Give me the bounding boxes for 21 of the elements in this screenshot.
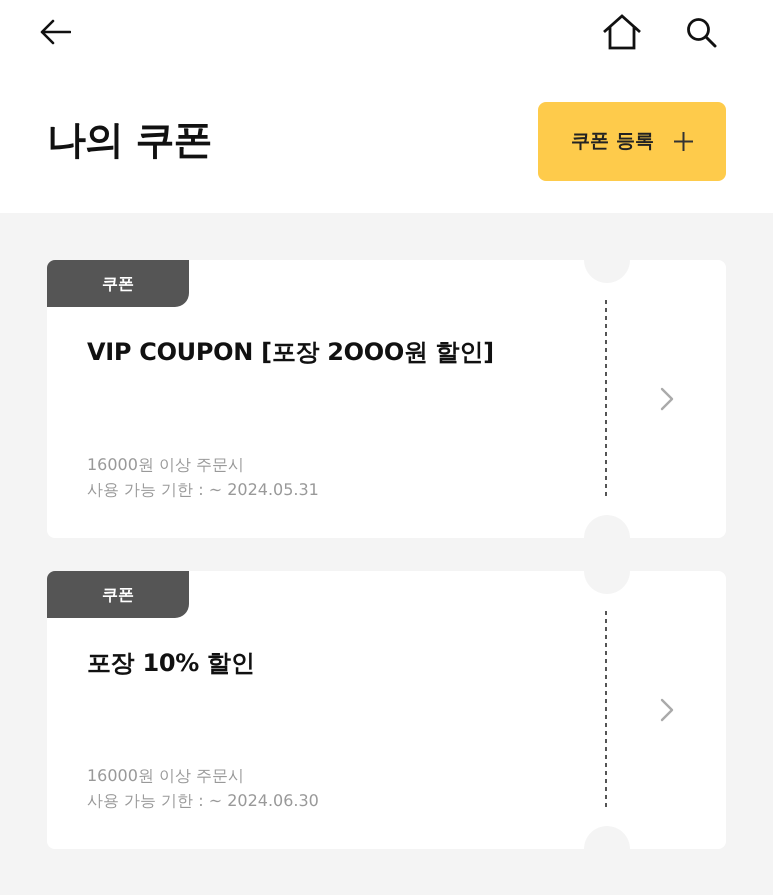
chevron-right-icon xyxy=(660,698,674,722)
register-coupon-button[interactable]: 쿠폰 등록 xyxy=(538,102,726,181)
coupon-title: VIP COUPON [포장 2OOO원 할인] xyxy=(87,337,495,368)
plus-icon xyxy=(674,132,693,151)
chevron-right-icon xyxy=(660,387,674,411)
coupon-expiry: 사용 가능 기한 : ~ 2024.05.31 xyxy=(87,479,320,501)
home-button[interactable] xyxy=(602,14,642,50)
coupon-tag: 쿠폰 xyxy=(47,571,189,618)
back-arrow-icon xyxy=(40,19,71,45)
coupon-condition: 16000원 이상 주문시 xyxy=(87,454,246,476)
back-button[interactable] xyxy=(40,19,71,45)
coupon-card[interactable]: 쿠폰 포장 10% 할인 16000원 이상 주문시 사용 가능 기한 : ~ 2024.06.30 xyxy=(47,571,726,849)
coupon-condition: 16000원 이상 주문시 xyxy=(87,765,246,787)
coupon-expiry: 사용 가능 기한 : ~ 2024.06.30 xyxy=(87,790,320,812)
home-icon xyxy=(602,14,642,50)
coupon-card[interactable]: 쿠폰 VIP COUPON [포장 2OOO원 할인] 16000원 이상 주문시 사용 가능 기한 : ~ 2024.05.31 xyxy=(47,260,726,538)
coupon-title: 포장 10% 할인 xyxy=(87,648,256,679)
search-icon xyxy=(686,16,717,48)
page-title: 나의 쿠폰 xyxy=(47,118,212,165)
coupon-tag: 쿠폰 xyxy=(47,260,189,307)
search-button[interactable] xyxy=(686,16,717,48)
